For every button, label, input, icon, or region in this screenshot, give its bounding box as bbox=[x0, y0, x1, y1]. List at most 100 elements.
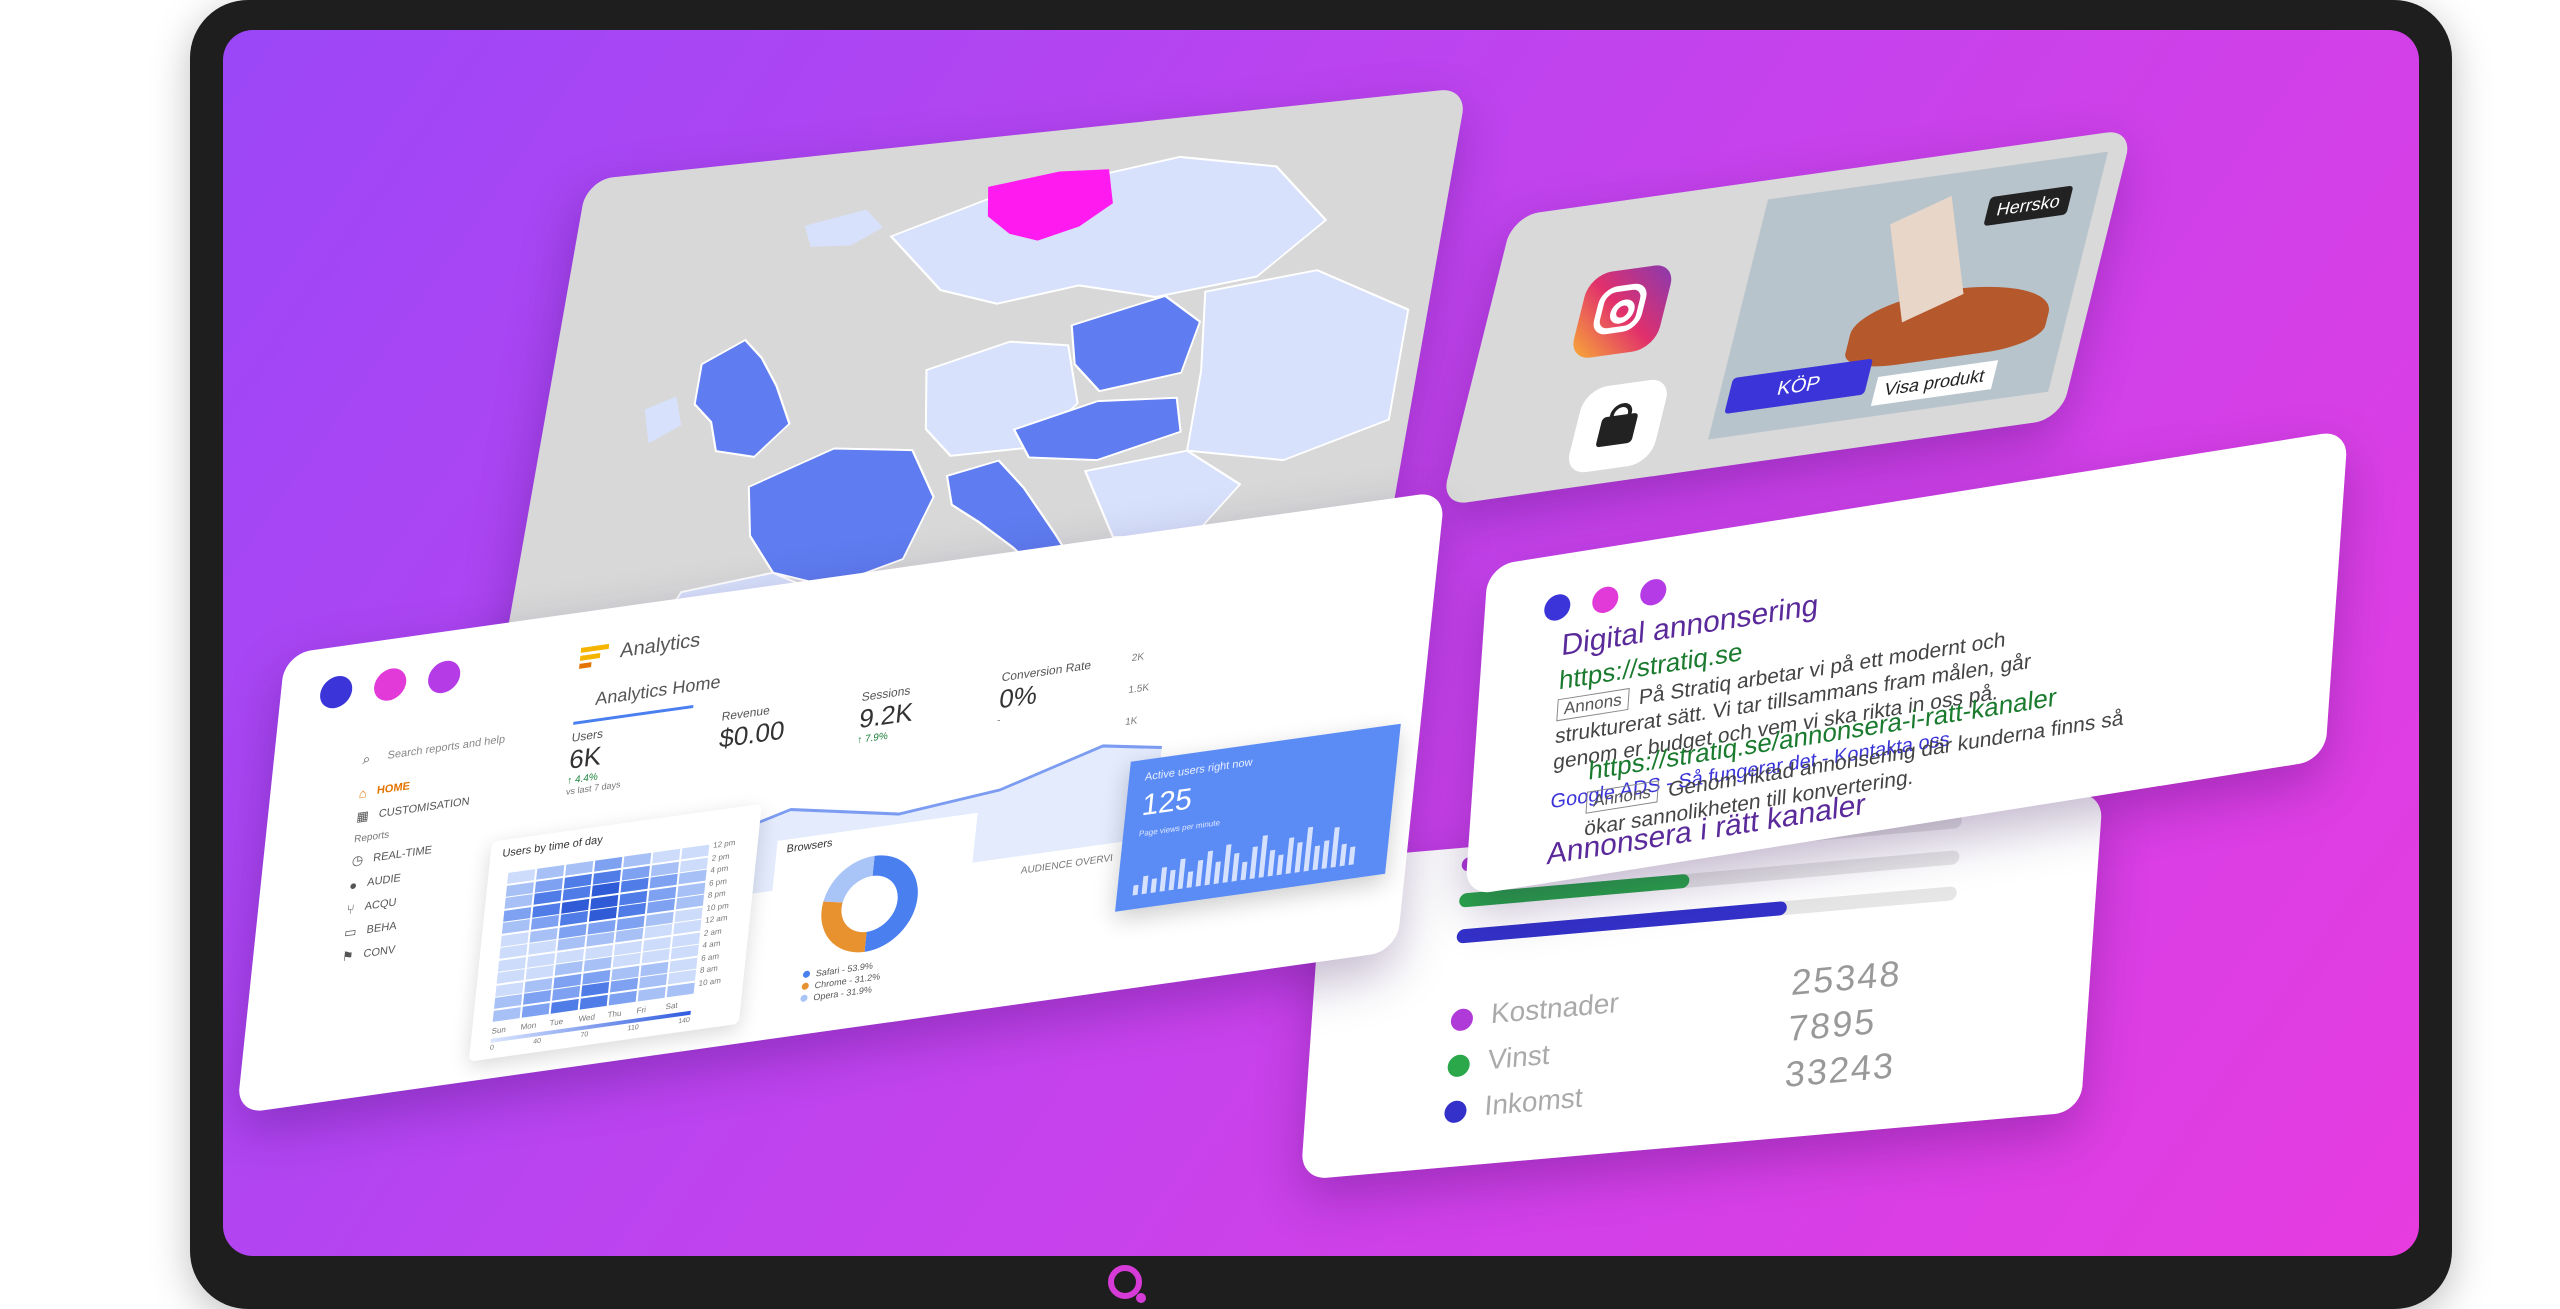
heatmap-title: Users by time of day bbox=[501, 833, 604, 860]
analytics-title: Analytics bbox=[619, 628, 702, 663]
page-view-bar bbox=[1348, 846, 1356, 866]
stat-label: Inkomst bbox=[1483, 1081, 1584, 1122]
page-view-bar bbox=[1204, 850, 1214, 886]
legend-dot bbox=[800, 994, 808, 1003]
stat-label: Vinst bbox=[1486, 1038, 1551, 1076]
page-view-bar bbox=[1132, 884, 1139, 896]
home-icon: ⌂ bbox=[358, 784, 368, 801]
instagram-icon[interactable] bbox=[1568, 262, 1677, 361]
window-dot-purple[interactable] bbox=[1639, 577, 1668, 608]
stat-value: 33243 bbox=[1783, 1044, 1897, 1096]
heatmap-day-label: Sat bbox=[665, 1000, 679, 1012]
stat-legend-dot bbox=[1450, 1007, 1474, 1032]
grid-icon: ▦ bbox=[355, 807, 370, 825]
active-users-title: Active users right now bbox=[1144, 756, 1254, 784]
metric-sessions[interactable]: Sessions 9.2K ↑ 7.9% bbox=[856, 666, 974, 756]
map-region-uk bbox=[693, 338, 791, 458]
stat-rows: Kostnader 25348 Vinst 7895 Inkomst 33243 bbox=[1441, 945, 2052, 1157]
heatmap-scale-label: 110 bbox=[627, 1023, 640, 1033]
heatmap-scale-label: 40 bbox=[532, 1037, 542, 1046]
page-view-bar bbox=[1141, 875, 1149, 895]
heatmap-cell[interactable] bbox=[492, 1006, 521, 1022]
heatmap-cell[interactable] bbox=[579, 994, 608, 1010]
metric-conversion-rate[interactable]: Conversion Rate 0% - bbox=[996, 643, 1134, 736]
heatmap-day-label: Sun bbox=[491, 1024, 507, 1036]
flag-icon: ⚑ bbox=[341, 947, 355, 965]
heatmap-day-label: Thu bbox=[607, 1008, 622, 1020]
stat-progress-fill bbox=[1456, 900, 1788, 944]
window-controls bbox=[318, 658, 462, 711]
stat-label: Kostnader bbox=[1490, 987, 1620, 1030]
clock-icon: ◷ bbox=[351, 851, 365, 869]
heatmap-cell[interactable] bbox=[550, 998, 579, 1014]
page-view-bar bbox=[1267, 849, 1276, 877]
page-view-bar bbox=[1159, 866, 1168, 892]
page-view-bar bbox=[1168, 869, 1176, 891]
analytics-dashboard-card: Analytics ⌕ Search reports and help Anal… bbox=[236, 490, 1445, 1114]
heatmap-cell[interactable] bbox=[666, 982, 695, 997]
page-view-bar bbox=[1303, 826, 1314, 872]
donut-slice[interactable] bbox=[823, 855, 875, 905]
map-region-east bbox=[1185, 269, 1410, 462]
behaviour-icon: ▭ bbox=[343, 923, 358, 941]
browsers-title: Browsers bbox=[785, 837, 834, 856]
heatmap-cell[interactable] bbox=[608, 990, 637, 1006]
shopping-bag-icon[interactable] bbox=[1564, 377, 1672, 476]
page-view-bar bbox=[1249, 846, 1258, 880]
metric-revenue[interactable]: Revenue $0.00 bbox=[716, 685, 834, 775]
stat-legend-dot bbox=[1446, 1053, 1471, 1078]
brand-logo-icon bbox=[1108, 1265, 1146, 1303]
stat-legend-dot bbox=[1443, 1099, 1468, 1124]
heatmap-day-label: Wed bbox=[578, 1012, 596, 1024]
stat-value: 7895 bbox=[1786, 1000, 1878, 1050]
page-view-bar bbox=[1312, 845, 1321, 871]
instagram-product-card: Herrsko KÖP Visa produkt bbox=[1440, 128, 2133, 506]
product-tag: Herrsko bbox=[1983, 185, 2074, 227]
page-view-bar bbox=[1213, 861, 1221, 885]
page-view-bar bbox=[1339, 843, 1347, 867]
heatmap-cell[interactable] bbox=[521, 1002, 550, 1018]
search-icon[interactable]: ⌕ bbox=[362, 750, 372, 768]
person-icon: ● bbox=[348, 876, 359, 893]
page-view-bar bbox=[1321, 840, 1330, 869]
page-view-bar bbox=[1186, 871, 1194, 888]
stat-value: 25348 bbox=[1790, 952, 1904, 1004]
search-input[interactable]: Search reports and help bbox=[387, 733, 506, 762]
map-region-ireland bbox=[644, 396, 682, 444]
tablet-frame: Herrsko KÖP Visa produkt Kostnader 25348 V… bbox=[190, 0, 2452, 1309]
page-view-bar bbox=[1294, 842, 1303, 873]
active-users-value: 125 bbox=[1140, 782, 1194, 823]
heatmap-day-label: Fri bbox=[636, 1005, 647, 1016]
donut-slice[interactable] bbox=[817, 895, 871, 959]
audience-overview-link[interactable]: AUDIENCE OVERVI bbox=[1020, 853, 1113, 877]
heatmap-day-label: Tue bbox=[549, 1016, 564, 1028]
tablet-screen: Herrsko KÖP Visa produkt Kostnader 25348 V… bbox=[223, 30, 2419, 1256]
window-dot-blue[interactable] bbox=[1543, 592, 1572, 623]
page-view-bar bbox=[1258, 835, 1268, 878]
page-view-bar bbox=[1276, 854, 1284, 876]
window-dot-purple[interactable] bbox=[426, 658, 462, 696]
map-region-poland bbox=[1070, 294, 1202, 393]
window-dot-blue[interactable] bbox=[318, 673, 354, 711]
heatmap-cell[interactable] bbox=[637, 986, 666, 1001]
page-view-bar bbox=[1285, 837, 1295, 874]
heatmap-hour-label: 10 am bbox=[698, 975, 722, 988]
analytics-logo-icon bbox=[579, 643, 610, 669]
acquisition-icon: ⑂ bbox=[346, 900, 356, 917]
page-view-bar bbox=[1222, 844, 1232, 883]
browsers-card: Browsers Safari - 53.9% Chrome - 31.2% Ope… bbox=[759, 812, 978, 1011]
heatmap-scale-label: 0 bbox=[489, 1044, 495, 1052]
window-dot-pink[interactable] bbox=[1591, 584, 1620, 615]
heatmap-scale-label: 140 bbox=[677, 1016, 691, 1026]
page-view-bar bbox=[1195, 859, 1204, 887]
heatmap-card: Users by time of day 12 pm 2 pm 4 pm 6 pm 8 … bbox=[468, 803, 762, 1062]
page-view-bar bbox=[1240, 861, 1248, 881]
window-dot-pink[interactable] bbox=[372, 666, 408, 703]
metric-users[interactable]: Users 6K ↑ 4.4% vs last 7 days bbox=[565, 704, 694, 797]
map-region-iceland bbox=[804, 209, 883, 247]
browsers-donut-chart bbox=[817, 855, 918, 959]
legend-dot bbox=[802, 970, 811, 979]
page-view-bar bbox=[1330, 826, 1340, 868]
legend-dot bbox=[801, 982, 810, 991]
page-view-bar bbox=[1150, 878, 1158, 893]
